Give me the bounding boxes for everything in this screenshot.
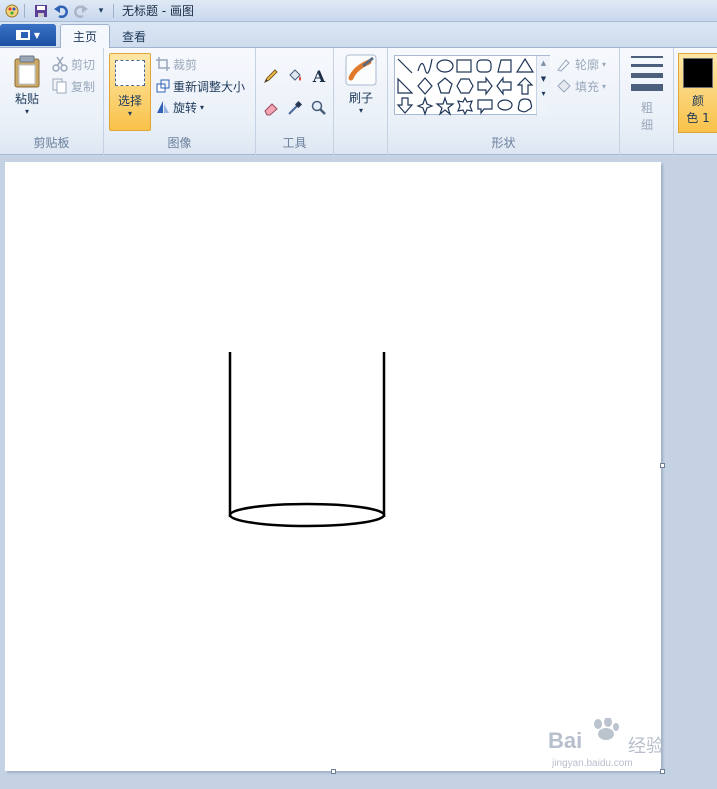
- tab-home[interactable]: 主页: [60, 24, 111, 48]
- outline-label: 轮廓: [575, 57, 600, 72]
- redo-icon[interactable]: [73, 3, 89, 19]
- window-title: 无标题 - 画图: [122, 4, 194, 18]
- paste-label: 粘贴: [14, 92, 39, 106]
- brush-icon: [345, 54, 377, 86]
- resize-button[interactable]: 重新调整大小: [156, 76, 245, 96]
- chevron-down-icon: ▾: [358, 106, 363, 115]
- expand-gallery-icon[interactable]: ▾: [537, 89, 550, 98]
- undo-icon[interactable]: [53, 3, 69, 19]
- customize-qat-icon[interactable]: ▾: [93, 3, 109, 19]
- resize-icon: [156, 79, 170, 93]
- scroll-up-icon[interactable]: ▲: [537, 59, 550, 67]
- rotate-button[interactable]: 旋转 ▾: [156, 97, 204, 117]
- qat-separator: [24, 3, 25, 18]
- copy-icon: [52, 78, 67, 94]
- chevron-down-icon: ▾: [602, 81, 607, 91]
- cut-button[interactable]: 剪切: [52, 54, 95, 74]
- paint-app-icon[interactable]: [4, 3, 20, 19]
- chevron-down-icon: ▾: [200, 102, 205, 112]
- clipboard-group: 粘贴 ▾ 剪切 复制 剪贴板: [0, 48, 104, 155]
- drawing-canvas[interactable]: [5, 162, 661, 771]
- outline-icon: [557, 59, 570, 72]
- scissors-icon: [52, 56, 68, 72]
- watermark-brand-cn: 经验: [628, 736, 664, 757]
- fill-icon[interactable]: [284, 65, 306, 87]
- chevron-down-icon: ▾: [24, 107, 29, 116]
- brushes-label: 刷子: [348, 91, 373, 105]
- crop-icon: [156, 57, 170, 71]
- paint-menu-button[interactable]: ▼: [0, 24, 56, 46]
- scroll-down-icon[interactable]: ▼: [537, 75, 550, 83]
- shapes-gallery-icons: [396, 57, 535, 116]
- image-group: 选择 ▾ 裁剪 重新调整大小 旋转 ▾ 图像: [104, 48, 256, 155]
- tools-group: A 工具: [256, 48, 334, 155]
- shapes-scrollbar[interactable]: ▲ ▼ ▾: [536, 56, 550, 116]
- crop-label: 裁剪: [173, 57, 198, 72]
- brushes-group: 刷子 ▾: [334, 48, 388, 155]
- ribbon: 粘贴 ▾ 剪切 复制 剪贴板 选择 ▾ 裁剪 重新调整大小 旋转 ▾ 图像 A …: [0, 48, 717, 155]
- shapes-gallery: ▲ ▼ ▾: [394, 55, 550, 116]
- color-1-label-line1: 颜: [691, 94, 704, 108]
- size-group: 粗 细: [620, 48, 674, 155]
- image-group-label: 图像: [167, 136, 192, 150]
- resize-handle-bottom[interactable]: [331, 769, 336, 774]
- magnifier-icon[interactable]: [308, 97, 330, 119]
- eraser-icon[interactable]: [260, 97, 282, 119]
- menu-icon: [15, 30, 30, 40]
- watermark-brand: Bai: [548, 728, 583, 753]
- watermark-url: jingyan.baidu.com: [552, 758, 633, 769]
- save-icon[interactable]: [33, 3, 49, 19]
- chevron-down-icon: ▾: [127, 109, 132, 118]
- fill-bucket-icon: [557, 79, 571, 93]
- resize-label: 重新调整大小: [173, 79, 246, 94]
- select-rectangle-icon: [115, 60, 145, 86]
- text-icon[interactable]: A: [308, 65, 330, 87]
- color-1-button[interactable]: 颜 色 1: [678, 53, 717, 133]
- qat-separator: [113, 3, 114, 18]
- color-picker-icon[interactable]: [284, 97, 306, 119]
- size-label-line2: 细: [640, 118, 653, 132]
- paw-logo: [586, 717, 626, 740]
- tab-view[interactable]: 查看: [110, 24, 158, 48]
- chevron-down-icon: ▾: [602, 59, 607, 69]
- copy-button[interactable]: 复制: [52, 76, 95, 96]
- pencil-icon[interactable]: [260, 65, 282, 87]
- cylinder-drawing: [228, 352, 386, 528]
- rotate-icon: [157, 101, 169, 113]
- shapes-group-label: 形状: [491, 136, 516, 150]
- size-button[interactable]: 粗 细: [627, 56, 667, 133]
- paste-button[interactable]: 粘贴 ▾: [8, 54, 46, 116]
- select-label: 选择: [117, 94, 142, 108]
- tools-group-label: 工具: [282, 136, 307, 150]
- resize-handle-right[interactable]: [660, 463, 665, 468]
- rotate-label: 旋转: [173, 100, 198, 115]
- clipboard-group-label: 剪贴板: [33, 136, 70, 150]
- baidu-watermark: Bai 经验 jingyan.baidu.com: [548, 717, 708, 778]
- color-1-swatch: [683, 58, 713, 88]
- outline-button[interactable]: 轮廓 ▾: [556, 54, 606, 74]
- select-button[interactable]: 选择 ▾: [109, 53, 151, 131]
- brushes-button[interactable]: 刷子 ▾: [342, 54, 380, 115]
- fill-label: 填充: [575, 79, 600, 94]
- line-width-icon: [631, 56, 663, 91]
- cut-label: 剪切: [71, 57, 96, 72]
- color-1-label-line2: 色 1: [686, 111, 710, 125]
- copy-label: 复制: [71, 79, 96, 94]
- fill-button[interactable]: 填充 ▾: [556, 76, 606, 96]
- ribbon-tab-row: ▼ 主页 查看: [0, 22, 717, 48]
- crop-button[interactable]: 裁剪: [156, 54, 197, 74]
- clipboard-icon: [14, 55, 40, 88]
- chevron-down-icon: ▼: [33, 30, 41, 40]
- title-bar: ▾ 无标题 - 画图: [0, 0, 717, 22]
- size-label-line1: 粗: [640, 101, 653, 115]
